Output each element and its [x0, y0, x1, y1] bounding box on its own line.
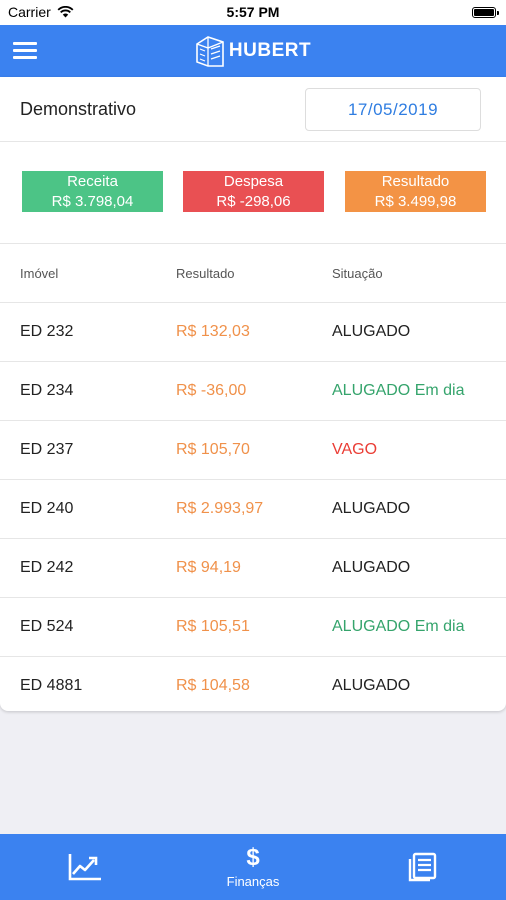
table-header: Imóvel Resultado Situação: [0, 244, 506, 303]
receita-label: Receita: [67, 173, 118, 190]
date-picker-button[interactable]: 17/05/2019: [305, 88, 481, 131]
cell-situacao: ALUGADO: [332, 559, 411, 576]
table-row[interactable]: ED 240 R$ 2.993,97 ALUGADO: [0, 480, 506, 539]
chart-line-icon: [68, 854, 101, 881]
cell-resultado: R$ 94,19: [176, 559, 241, 576]
table-row[interactable]: ED 234 R$ -36,00 ALUGADO Em dia: [0, 362, 506, 421]
despesa-value: R$ -298,06: [216, 193, 291, 210]
table-row[interactable]: ED 4881 R$ 104,58 ALUGADO: [0, 657, 506, 715]
cell-resultado: R$ 2.993,97: [176, 500, 264, 517]
column-header-situacao: Situação: [332, 266, 383, 281]
table-row[interactable]: ED 242 R$ 94,19 ALUGADO: [0, 539, 506, 598]
report-header: Demonstrativo 17/05/2019: [0, 77, 506, 142]
cell-imovel: ED 234: [20, 382, 74, 399]
resultado-summary-box: Resultado R$ 3.499,98: [345, 171, 486, 212]
cell-situacao: ALUGADO: [332, 323, 411, 340]
app-name: HUBERT: [228, 40, 312, 61]
page-title: Demonstrativo: [20, 99, 137, 119]
cell-imovel: ED 240: [20, 500, 74, 517]
cell-situacao: VAGO: [332, 441, 378, 458]
tab-bar: $ Finanças: [0, 834, 506, 900]
receita-value: R$ 3.798,04: [51, 193, 134, 210]
cell-resultado: R$ 105,51: [176, 618, 250, 635]
report-card: Demonstrativo 17/05/2019 Receita R$ 3.79…: [0, 77, 506, 711]
dollar-icon: $: [246, 844, 260, 871]
cell-situacao: ALUGADO: [332, 677, 411, 694]
battery-icon: [472, 7, 499, 18]
table-row[interactable]: ED 232 R$ 132,03 ALUGADO: [0, 303, 506, 362]
cell-imovel: ED 4881: [20, 677, 83, 694]
cell-situacao: ALUGADO: [332, 500, 411, 517]
app-logo: HUBERT: [0, 34, 506, 68]
resultado-label: Resultado: [381, 173, 450, 190]
cell-resultado: R$ -36,00: [176, 382, 247, 399]
cell-situacao: ALUGADO Em dia: [332, 618, 465, 635]
table-row[interactable]: ED 524 R$ 105,51 ALUGADO Em dia: [0, 598, 506, 657]
cell-imovel: ED 232: [20, 323, 74, 340]
cell-situacao: ALUGADO Em dia: [332, 382, 465, 399]
despesa-summary-box: Despesa R$ -298,06: [183, 171, 324, 212]
cell-imovel: ED 242: [20, 559, 74, 576]
tab-reports[interactable]: [381, 834, 461, 900]
receita-summary-box: Receita R$ 3.798,04: [22, 171, 163, 212]
cell-resultado: R$ 132,03: [176, 323, 250, 340]
column-header-imovel: Imóvel: [20, 266, 59, 281]
table-body: ED 232 R$ 132,03 ALUGADO ED 234 R$ -36,0…: [0, 303, 506, 715]
summary-panel: Receita R$ 3.798,04 Despesa R$ -298,06 R…: [0, 142, 506, 244]
cell-resultado: R$ 104,58: [176, 677, 250, 694]
document-list-icon: [408, 852, 437, 882]
building-logo-icon: [196, 36, 224, 67]
despesa-label: Despesa: [223, 173, 284, 190]
cell-resultado: R$ 105,70: [176, 441, 250, 458]
cell-imovel: ED 237: [20, 441, 74, 458]
resultado-value: R$ 3.499,98: [374, 193, 457, 210]
cell-imovel: ED 524: [20, 618, 74, 635]
tab-financas[interactable]: $ Finanças: [213, 834, 293, 900]
tab-financas-label: Finanças: [226, 874, 280, 889]
clock: 5:57 PM: [226, 4, 280, 20]
navbar: HUBERT: [0, 25, 506, 77]
tab-dashboard[interactable]: [45, 834, 125, 900]
table-row[interactable]: ED 237 R$ 105,70 VAGO: [0, 421, 506, 480]
status-bar: Carrier 5:57 PM: [0, 0, 506, 25]
column-header-resultado: Resultado: [176, 266, 235, 281]
